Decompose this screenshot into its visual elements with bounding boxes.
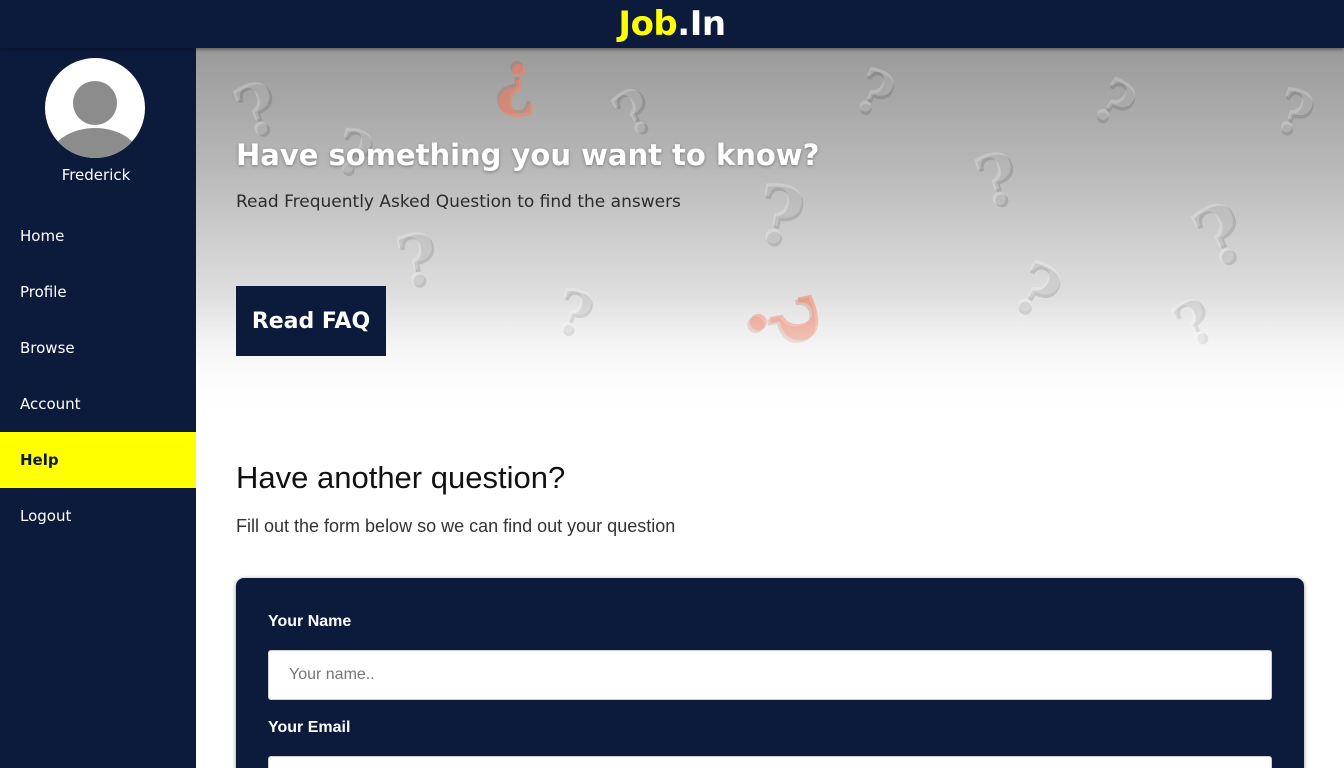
email-label: Your Email (268, 719, 351, 736)
avatar[interactable] (45, 58, 145, 158)
sidebar-item-account[interactable]: Account (0, 376, 196, 432)
question-mark-decoration: ? (748, 164, 811, 266)
brand-logo-job: Job (618, 4, 678, 44)
sidebar-nav: Home Profile Browse Account Help Logout (0, 208, 196, 544)
name-input[interactable] (268, 650, 1272, 700)
avatar-body-shape (50, 128, 140, 158)
brand-logo-in: .In (677, 4, 726, 44)
question-mark-decoration: ? (842, 53, 905, 133)
hero-subtitle: Read Frequently Asked Question to find t… (236, 192, 681, 212)
username: Frederick (61, 166, 131, 184)
sidebar-item-logout[interactable]: Logout (0, 488, 196, 544)
avatar-head-shape (73, 81, 117, 125)
question-mark-decoration: ? (1265, 74, 1323, 152)
email-input[interactable] (268, 756, 1272, 768)
name-label: Your Name (268, 613, 352, 630)
brand-logo[interactable]: Job.In (618, 4, 726, 44)
question-form: Your Name Your Email (236, 578, 1304, 768)
question-mark-decoration: ? (1079, 64, 1149, 142)
hero-banner: ? ? ? ? ? ? ? ? ? ? ? ? ? ? ? (196, 48, 1344, 418)
question-mark-decoration: ? (496, 48, 538, 131)
section-subtitle: Fill out the form below so we can find o… (236, 516, 676, 536)
section-title: Have another question? (236, 460, 566, 495)
hero-title: Have something you want to know? (236, 138, 820, 172)
sidebar-item-home[interactable]: Home (0, 208, 196, 264)
sidebar-item-profile[interactable]: Profile (0, 264, 196, 320)
top-bar: Job.In (0, 0, 1344, 48)
read-faq-button[interactable]: Read FAQ (236, 286, 386, 356)
question-mark-decoration: ? (965, 134, 1028, 225)
sidebar-item-browse[interactable]: Browse (0, 320, 196, 376)
sidebar: Frederick Home Profile Browse Account He… (0, 48, 196, 768)
question-mark-decoration: ? (1178, 182, 1261, 288)
question-mark-decoration: ? (389, 215, 444, 304)
sidebar-item-help[interactable]: Help (0, 432, 196, 488)
